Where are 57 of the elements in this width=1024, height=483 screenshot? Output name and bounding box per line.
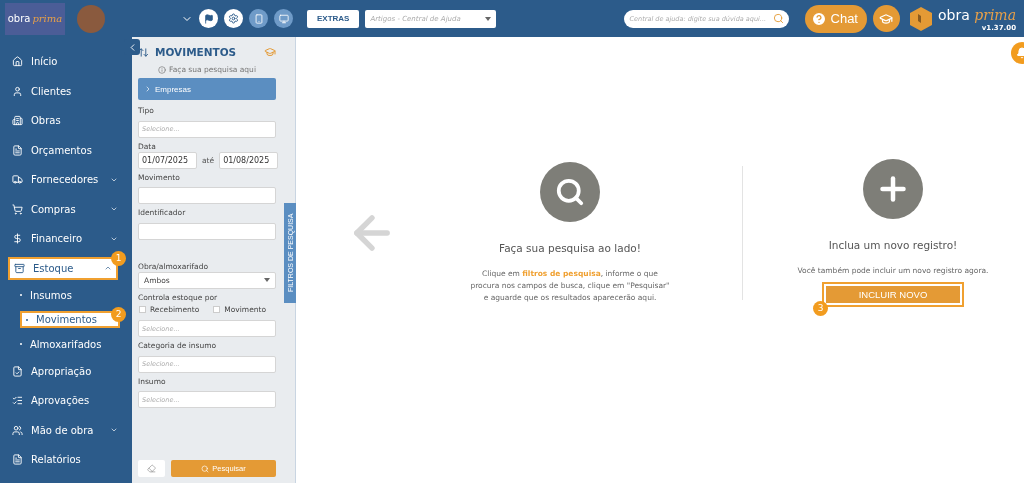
users-icon (12, 424, 23, 436)
document-icon (12, 144, 23, 156)
checkbox[interactable] (139, 305, 146, 313)
extras-button[interactable]: EXTRAS (307, 9, 360, 28)
archive-icon (14, 262, 25, 274)
callout-badge: 1 (111, 250, 126, 266)
sidebar-item[interactable]: Relatórios (12, 448, 118, 472)
sidebar-item[interactable]: Apropriação (12, 359, 118, 383)
input-field[interactable] (138, 222, 276, 240)
sidebar-subitem[interactable]: Almoxarifados (20, 335, 120, 353)
help-icon (810, 10, 827, 27)
info-icon (158, 65, 167, 74)
callout-badge: 3 (813, 300, 828, 316)
sidebar-subitem[interactable]: Insumos (20, 286, 120, 304)
caret-icon (264, 278, 270, 282)
date-field[interactable]: 01/08/2025 (219, 151, 279, 169)
buildings-icon (12, 115, 23, 127)
sidebar-item[interactable]: Mão de obra (12, 418, 118, 442)
sidebar-item[interactable]: Clientes (12, 79, 118, 103)
logo-icon (910, 6, 932, 31)
monitor-icon[interactable] (274, 9, 293, 28)
dollar-icon (12, 233, 23, 245)
caret-icon (485, 16, 492, 21)
logo: obra prima (5, 2, 65, 35)
sort-icon (138, 46, 149, 58)
sidebar-item[interactable]: Financeiro (12, 227, 118, 251)
clear-button[interactable] (138, 460, 165, 477)
search-icon (201, 464, 210, 473)
settings-icon[interactable] (224, 9, 243, 28)
sidebar-item[interactable]: Obras (12, 109, 118, 133)
chevron-right-icon (144, 85, 152, 93)
sidebar-item[interactable]: Fornecedores (12, 168, 118, 192)
avatar[interactable] (77, 4, 105, 33)
document-check-icon (12, 365, 23, 377)
sidebar-item[interactable]: Aprovações (12, 389, 118, 413)
document-icon (12, 454, 23, 466)
sidebar-item[interactable]: Compras (12, 197, 118, 221)
sidebar-item[interactable]: Início (12, 50, 118, 74)
phone-icon[interactable] (249, 9, 268, 28)
input-field[interactable] (138, 187, 276, 204)
date-field[interactable]: 01/07/2025 (138, 151, 197, 169)
eraser-icon (147, 464, 156, 473)
home-icon (12, 56, 23, 68)
graduation-cap-icon[interactable] (873, 5, 900, 32)
search-icon (772, 13, 784, 24)
sidebar-item[interactable]: Estoque (8, 256, 118, 280)
checkbox[interactable] (213, 305, 221, 313)
callout-badge: 2 (111, 306, 126, 322)
panel-title: MOVIMENTOS (155, 46, 238, 58)
panel-title: Inclua um novo registro! (828, 238, 958, 251)
user-icon (12, 85, 23, 97)
sidebar-item[interactable]: Orçamentos (12, 138, 118, 162)
flag-icon[interactable] (199, 9, 218, 28)
truck-icon (12, 174, 23, 186)
checklist-icon (12, 395, 23, 407)
panel-title: Faça sua pesquisa ao lado! (499, 241, 641, 254)
cart-icon (12, 203, 23, 215)
